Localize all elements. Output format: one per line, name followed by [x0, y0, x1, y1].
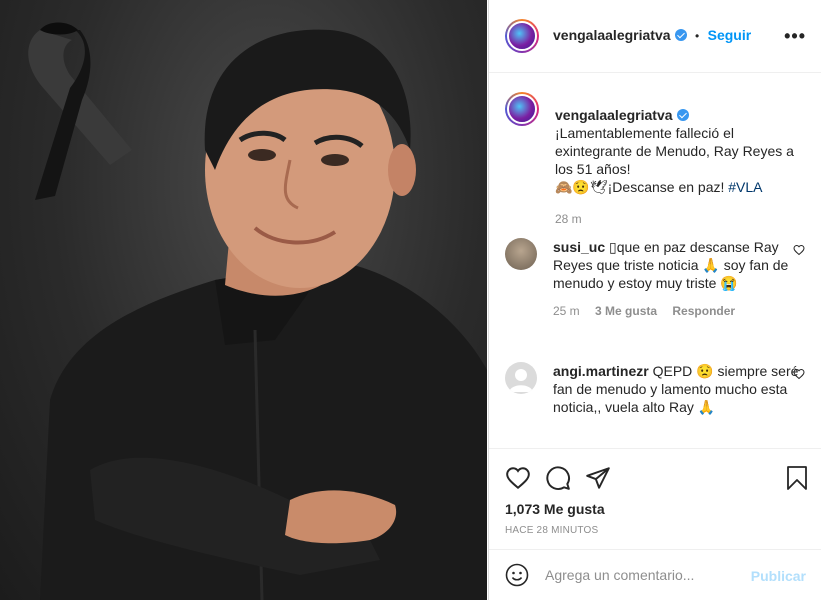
comment-meta: 25 m 3 Me gusta Responder: [553, 304, 805, 318]
reply-button[interactable]: Responder: [672, 304, 735, 318]
caption-text: vengalaalegriatva ¡Lamentablemente falle…: [555, 106, 805, 228]
commenter-avatar[interactable]: [505, 238, 537, 270]
more-options-icon[interactable]: •••: [784, 26, 806, 47]
comment-composer: Publicar: [489, 549, 821, 601]
comment-likes[interactable]: 3 Me gusta: [595, 304, 657, 318]
caption-line1: ¡Lamentablemente falleció el exintegrant…: [555, 125, 794, 177]
caption-time: 28 m: [555, 212, 582, 226]
portrait-image: [28, 22, 487, 600]
share-paper-plane-icon[interactable]: [585, 465, 611, 496]
caption-emojis: 🙈😟🕊: [555, 179, 608, 195]
comment-text: angi.martinezr QEPD 😟 siempre seré fan d…: [553, 362, 805, 416]
comment-input[interactable]: [545, 567, 745, 583]
post-header: vengalaalegriatva • Seguir •••: [489, 0, 821, 73]
emoji-smiley-icon[interactable]: [505, 563, 529, 592]
author-avatar[interactable]: [505, 19, 539, 53]
post-panel: vengalaalegriatva • Seguir ••• vengalaal…: [488, 0, 821, 600]
comment-time: 25 m: [553, 304, 580, 318]
publish-button[interactable]: Publicar: [751, 568, 806, 584]
commenter-avatar[interactable]: [505, 362, 537, 394]
like-comment-heart-icon[interactable]: [793, 368, 805, 383]
comment-bubble-icon[interactable]: [545, 465, 571, 496]
follow-button[interactable]: Seguir: [708, 27, 752, 43]
save-bookmark-icon[interactable]: [785, 465, 809, 496]
comment-text: susi_uc ▯que en paz descanse Ray Reyes q…: [553, 238, 805, 292]
dot-separator: •: [694, 29, 700, 43]
likes-count[interactable]: 1,073 Me gusta: [505, 501, 605, 517]
post-photo[interactable]: [0, 0, 487, 600]
like-comment-heart-icon[interactable]: [793, 244, 805, 259]
author-username[interactable]: vengalaalegriatva: [553, 27, 671, 43]
comment-item: angi.martinezr QEPD 😟 siempre seré fan d…: [505, 362, 805, 416]
comment-item: susi_uc ▯que en paz descanse Ray Reyes q…: [505, 238, 805, 318]
caption: vengalaalegriatva ¡Lamentablemente falle…: [505, 92, 805, 228]
verified-badge-icon: [676, 109, 689, 121]
caption-line2: ¡Descanse en paz!: [607, 179, 725, 195]
like-heart-icon[interactable]: [505, 465, 531, 496]
mourning-ribbon-icon: [28, 22, 133, 200]
hashtag-link[interactable]: #VLA: [728, 179, 762, 195]
comment-username[interactable]: angi.martinezr: [553, 363, 649, 379]
comment-username[interactable]: susi_uc: [553, 239, 605, 255]
caption-avatar[interactable]: [505, 92, 539, 126]
post-timestamp[interactable]: HACE 28 MINUTOS: [505, 525, 598, 536]
verified-badge-icon: [674, 29, 687, 41]
caption-username[interactable]: vengalaalegriatva: [555, 107, 673, 123]
post-actions: 1,073 Me gusta HACE 28 MINUTOS: [489, 448, 821, 559]
